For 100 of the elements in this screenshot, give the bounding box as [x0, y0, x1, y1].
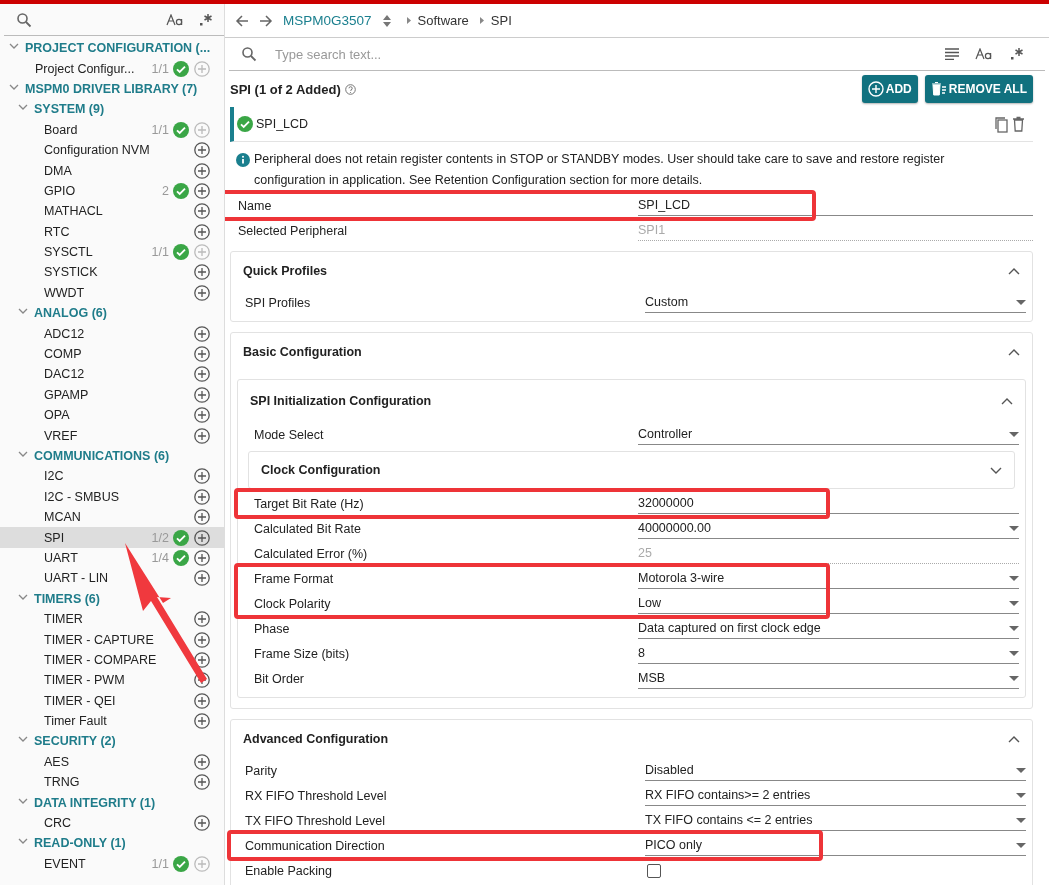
chevron-up-icon[interactable]: [1008, 735, 1020, 743]
dropdown[interactable]: Motorola 3-wire: [638, 568, 1019, 589]
regex-icon[interactable]: [1009, 47, 1025, 61]
input-field[interactable]: SPI_LCD: [638, 195, 1033, 216]
sidebar-item[interactable]: I2C: [0, 466, 224, 487]
sidebar-item[interactable]: DAC12: [0, 364, 224, 385]
category-label[interactable]: SYSTEM (9): [34, 102, 105, 117]
breadcrumb-link[interactable]: SPI: [490, 13, 512, 28]
add-icon[interactable]: [194, 407, 210, 424]
checkbox[interactable]: [647, 863, 661, 878]
sidebar-item[interactable]: TRNG: [0, 772, 224, 793]
dropdown[interactable]: TX FIFO contains <= 2 entries: [645, 810, 1026, 831]
sidebar-item[interactable]: COMP: [0, 343, 224, 365]
section-title[interactable]: Advanced Configuration: [243, 732, 389, 746]
sidebar-item[interactable]: SYSTICK: [0, 262, 224, 283]
add-icon[interactable]: [194, 427, 210, 444]
add-icon[interactable]: [194, 468, 210, 485]
section-title[interactable]: Basic Configuration: [243, 345, 362, 359]
sidebar-item[interactable]: Board 1/1: [0, 119, 224, 140]
trash-icon[interactable]: [1012, 116, 1025, 132]
add-icon[interactable]: [194, 366, 210, 383]
add-icon[interactable]: [194, 162, 210, 179]
add-icon[interactable]: [194, 815, 210, 832]
breadcrumb-link[interactable]: Software: [417, 13, 469, 28]
dropdown[interactable]: Low: [638, 593, 1019, 614]
help-icon[interactable]: [344, 83, 356, 95]
dropdown[interactable]: RX FIFO contains>= 2 entries: [645, 785, 1026, 806]
sidebar-item[interactable]: SYSCTL 1/1: [0, 241, 224, 263]
sidebar-item[interactable]: TIMER - COMPARE: [0, 649, 224, 671]
sidebar-item[interactable]: OPA: [0, 405, 224, 426]
section-title[interactable]: SPI Initialization Configuration: [250, 394, 432, 408]
dropdown[interactable]: PICO only: [645, 835, 1026, 856]
chevron-up-icon[interactable]: [1008, 267, 1020, 275]
instance-item[interactable]: SPI_LCD: [230, 107, 1033, 142]
sidebar-item[interactable]: SPI 1/2: [0, 527, 224, 548]
back-arrow-icon[interactable]: [235, 13, 249, 28]
add-icon[interactable]: [194, 549, 210, 566]
forward-arrow-icon[interactable]: [259, 13, 273, 28]
chevron-down-icon[interactable]: [990, 466, 1002, 474]
add-icon[interactable]: [194, 325, 210, 342]
add-icon[interactable]: [194, 753, 210, 770]
add-icon[interactable]: [194, 611, 210, 628]
section-title[interactable]: Quick Profiles: [243, 264, 328, 278]
add-icon[interactable]: [194, 774, 210, 791]
match-case-icon[interactable]: [166, 13, 184, 26]
add-icon[interactable]: [194, 570, 210, 587]
dropdown[interactable]: Controller: [638, 424, 1019, 445]
category-label[interactable]: MSPM0 DRIVER LIBRARY (7): [25, 81, 198, 96]
regex-icon[interactable]: [198, 12, 214, 27]
sidebar-item[interactable]: MATHACL: [0, 201, 224, 222]
dropdown[interactable]: 8: [638, 643, 1019, 664]
sidebar-item[interactable]: VREF: [0, 425, 224, 446]
section-title[interactable]: Clock Configuration: [261, 463, 381, 477]
copy-icon[interactable]: [994, 115, 1009, 133]
sidebar-item[interactable]: UART 1/4: [0, 547, 224, 569]
category-label[interactable]: DATA INTEGRITY (1): [34, 795, 156, 810]
sidebar-item[interactable]: CRC: [0, 812, 224, 834]
list-icon[interactable]: [945, 48, 959, 60]
sidebar-item[interactable]: DMA: [0, 160, 224, 181]
sidebar-item[interactable]: AES: [0, 751, 224, 773]
sidebar-item[interactable]: Configuration NVM: [0, 139, 224, 161]
input-field[interactable]: 32000000: [638, 493, 1019, 514]
add-icon[interactable]: [194, 182, 210, 199]
sidebar-item[interactable]: RTC: [0, 221, 224, 242]
sidebar-item[interactable]: UART - LIN: [0, 568, 224, 589]
add-icon[interactable]: [194, 223, 210, 240]
add-icon[interactable]: [194, 692, 210, 709]
sidebar-item[interactable]: Project Configur... 1/1: [0, 58, 224, 79]
sidebar-item[interactable]: TIMER - CAPTURE: [0, 629, 224, 650]
sidebar-item[interactable]: WWDT: [0, 282, 224, 304]
add-icon[interactable]: [194, 509, 210, 526]
sidebar-item[interactable]: GPAMP: [0, 384, 224, 406]
sidebar-item[interactable]: Timer Fault: [0, 710, 224, 732]
add-icon[interactable]: [194, 346, 210, 363]
match-case-icon[interactable]: [975, 48, 993, 60]
sidebar-item[interactable]: ADC12: [0, 323, 224, 344]
add-icon[interactable]: [194, 651, 210, 668]
remove-all-button[interactable]: REMOVE ALL: [924, 75, 1033, 103]
sidebar-item[interactable]: TIMER: [0, 608, 224, 630]
sidebar-item[interactable]: I2C - SMBUS: [0, 486, 224, 507]
add-icon[interactable]: [194, 264, 210, 281]
add-icon[interactable]: [194, 488, 210, 505]
sidebar-item[interactable]: TIMER - QEI: [0, 690, 224, 711]
add-icon[interactable]: [194, 284, 210, 301]
search-icon[interactable]: [16, 11, 32, 28]
sort-arrows-icon[interactable]: [381, 13, 392, 28]
add-icon[interactable]: [194, 529, 210, 546]
category-label[interactable]: COMMUNICATIONS (6): [34, 449, 170, 463]
category-label[interactable]: PROJECT CONFIGURATION (...: [25, 41, 211, 56]
category-label[interactable]: SECURITY (2): [34, 734, 116, 749]
add-icon[interactable]: [194, 386, 210, 403]
dropdown[interactable]: MSB: [638, 668, 1019, 689]
add-icon[interactable]: [194, 203, 210, 220]
chevron-up-icon[interactable]: [1001, 397, 1013, 405]
category-label[interactable]: READ-ONLY (1): [34, 836, 126, 851]
add-icon[interactable]: [194, 631, 210, 648]
category-label[interactable]: ANALOG (6): [34, 306, 107, 321]
add-icon[interactable]: [194, 142, 210, 159]
dropdown[interactable]: Data captured on first clock edge: [638, 618, 1019, 639]
sidebar-item[interactable]: GPIO 2: [0, 180, 224, 202]
